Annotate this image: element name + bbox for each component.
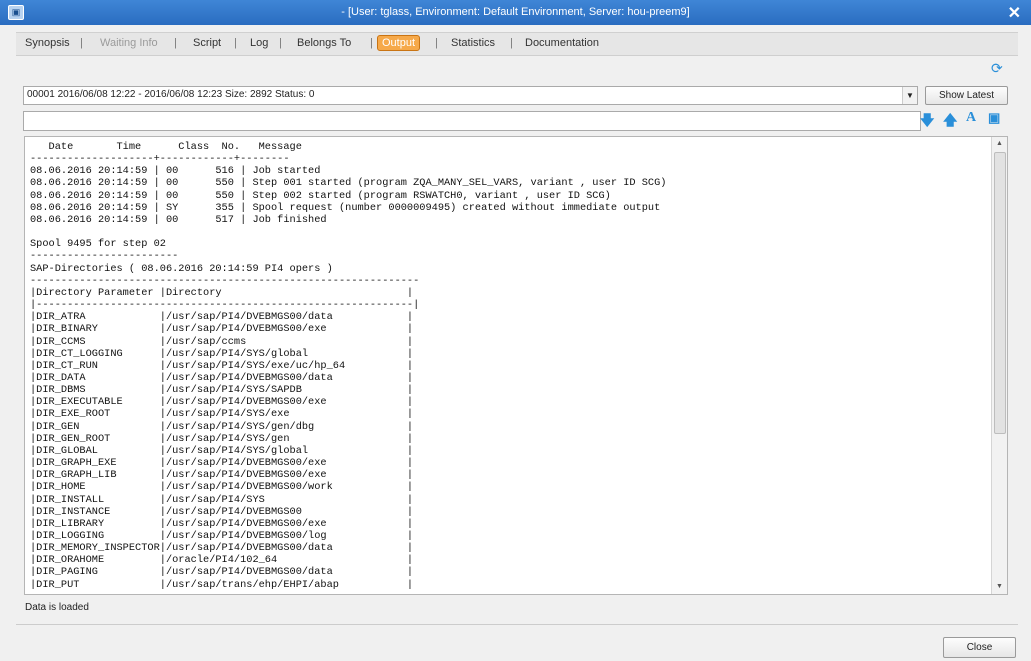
arrow-up-icon[interactable]: 🡅 (943, 110, 957, 134)
output-text-area[interactable]: Date Time Class No. Message ------------… (24, 136, 1008, 595)
scrollbar-thumb[interactable] (994, 152, 1006, 434)
vertical-scrollbar[interactable]: ▲ ▼ (991, 137, 1007, 594)
tab-synopsis[interactable]: Synopsis (25, 37, 70, 49)
footer-divider (16, 624, 1018, 625)
close-button[interactable]: Close (943, 637, 1016, 658)
scroll-down-icon[interactable]: ▼ (992, 580, 1007, 594)
tab-documentation[interactable]: Documentation (525, 37, 599, 49)
tab-log[interactable]: Log (250, 37, 268, 49)
tab-waiting-info: Waiting Info (100, 37, 158, 49)
search-input[interactable] (23, 111, 921, 131)
tab-belongs-to[interactable]: Belongs To (297, 37, 351, 49)
arrow-down-icon[interactable]: 🡇 (920, 110, 934, 134)
save-icon[interactable]: ▣ (988, 110, 1000, 126)
chevron-down-icon[interactable]: ▼ (902, 87, 917, 104)
tab-statistics[interactable]: Statistics (451, 37, 495, 49)
show-latest-button[interactable]: Show Latest (925, 86, 1008, 105)
close-window-icon[interactable]: ✕ (1008, 3, 1021, 23)
refresh-icon[interactable]: ⟳ (991, 60, 1003, 77)
window-title: - [User: tglass, Environment: Default En… (341, 6, 690, 18)
font-icon[interactable]: A (966, 110, 976, 126)
output-file-select[interactable]: 00001 2016/06/08 12:22 - 2016/06/08 12:2… (23, 86, 918, 105)
scroll-up-icon[interactable]: ▲ (992, 137, 1007, 151)
job-output-window: ▣ - [User: tglass, Environment: Default … (0, 0, 1031, 661)
output-file-select-value: 00001 2016/06/08 12:22 - 2016/06/08 12:2… (27, 89, 315, 100)
tab-output[interactable]: Output (377, 35, 421, 51)
tab-bar: Synopsis | Waiting Info | Script | Log |… (16, 32, 1018, 56)
output-content: Date Time Class No. Message ------------… (30, 141, 667, 591)
title-bar: ▣ - [User: tglass, Environment: Default … (0, 0, 1031, 25)
status-text: Data is loaded (25, 602, 89, 613)
tab-script[interactable]: Script (193, 37, 221, 49)
